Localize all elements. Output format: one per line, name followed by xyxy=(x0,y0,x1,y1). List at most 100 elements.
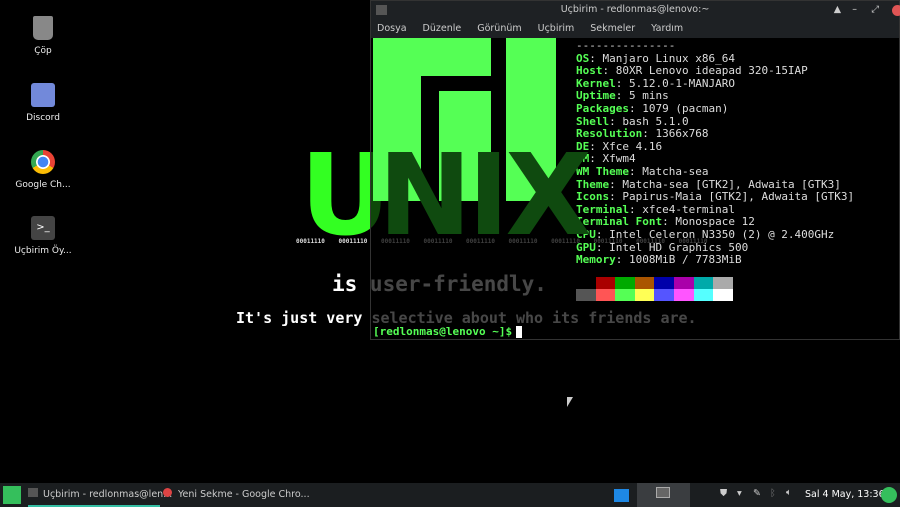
palette-swatch xyxy=(615,277,635,289)
info-key: Terminal Font xyxy=(576,215,663,229)
desktop-icon-trash[interactable]: Çöp xyxy=(8,16,78,56)
info-value: Monospace 12 xyxy=(675,215,755,229)
color-palette xyxy=(576,277,733,301)
menu-bar: Dosya Düzenle Görünüm Uçbirim Sekmeler Y… xyxy=(371,19,899,38)
terminal-app-icon xyxy=(376,5,387,15)
info-line: Memory: 1008MiB / 7783MiB xyxy=(576,253,742,267)
manjaro-logo-right xyxy=(506,38,556,201)
task-chrome[interactable]: Yeni Sekme - Google Chro... xyxy=(163,483,310,507)
menu-yardim[interactable]: Yardım xyxy=(651,19,683,38)
prompt-text: [redlonmas@lenovo ~]$ xyxy=(373,325,513,338)
info-value: Intel HD Graphics 500 xyxy=(609,240,749,254)
info-value: 80XR Lenovo ideapad 320-15IAP xyxy=(615,64,808,78)
info-key: WM xyxy=(576,152,590,166)
palette-swatch xyxy=(576,277,596,289)
manjaro-menu-icon[interactable] xyxy=(3,486,21,504)
menu-gorunum[interactable]: Görünüm xyxy=(477,19,521,38)
info-key: Shell xyxy=(576,114,610,128)
title-bar[interactable]: Uçbirim - redlonmas@lenovo:~ ▲ – ⤢ xyxy=(371,1,900,19)
manjaro-logo-mid xyxy=(439,91,491,201)
neofetch-info: --------------- OS: Manjaro Linux x86_64 H… xyxy=(576,39,855,267)
info-key: Uptime xyxy=(576,89,616,103)
workspace-1[interactable] xyxy=(614,489,629,502)
info-value: 5 mins xyxy=(629,89,669,103)
palette-swatch xyxy=(595,277,616,289)
maximize-icon[interactable]: ⤢ xyxy=(871,1,879,19)
palette-swatch xyxy=(576,289,596,301)
info-key: OS xyxy=(576,51,590,65)
desktop-icon-chrome[interactable]: Google Ch... xyxy=(8,150,78,190)
info-value: Manjaro Linux x86_64 xyxy=(602,51,735,65)
manjaro-logo-left xyxy=(373,38,421,201)
task-terminal[interactable]: Uçbirim - redlonmas@len... xyxy=(28,483,172,507)
info-key: CPU xyxy=(576,227,596,241)
info-key: DE xyxy=(576,139,590,153)
info-value: 1008MiB / 7783MiB xyxy=(629,253,742,267)
menu-dosya[interactable]: Dosya xyxy=(377,19,407,38)
chrome-icon xyxy=(31,150,55,174)
info-value: Papirus-Maia [GTK2], Adwaita [GTK3] xyxy=(622,190,855,204)
info-key: Memory xyxy=(576,253,616,267)
info-key: Host xyxy=(576,64,603,78)
info-value: 1079 (pacman) xyxy=(642,101,729,115)
info-value: Xfce 4.16 xyxy=(602,139,663,153)
trash-icon xyxy=(33,16,53,40)
cursor xyxy=(516,326,523,338)
palette-swatch xyxy=(595,289,616,301)
discord-icon xyxy=(31,83,55,107)
info-key: Terminal xyxy=(576,202,629,216)
info-value: Intel Celeron N3350 (2) @ 2.400GHz xyxy=(609,227,835,241)
palette-swatch xyxy=(654,277,674,289)
info-key: GPU xyxy=(576,240,596,254)
info-value: Xfwm4 xyxy=(602,152,636,166)
info-value: 1366x768 xyxy=(655,127,709,141)
window-title: Uçbirim - redlonmas@lenovo:~ xyxy=(560,4,710,15)
menu-ucbirim[interactable]: Uçbirim xyxy=(538,19,575,38)
terminal-icon xyxy=(656,487,670,498)
chrome-icon xyxy=(163,488,172,497)
info-value: 5.12.0-1-MANJARO xyxy=(629,76,735,90)
info-key: Theme xyxy=(576,177,610,191)
palette-swatch xyxy=(634,277,655,289)
palette-swatch xyxy=(693,289,714,301)
desktop-icon-discord[interactable]: Discord xyxy=(8,83,78,123)
palette-swatch xyxy=(634,289,655,301)
close-icon[interactable] xyxy=(892,5,900,16)
info-key: Icons xyxy=(576,190,610,204)
icon-label: Uçbirim Öy... xyxy=(14,246,72,256)
palette-swatch xyxy=(615,289,635,301)
attachment-icon[interactable]: ✎ xyxy=(753,488,761,499)
palette-swatch xyxy=(713,289,733,301)
desktop-icon-terminal[interactable]: >_ Uçbirim Öy... xyxy=(8,216,78,256)
palette-swatch xyxy=(654,289,674,301)
taskbar: Uçbirim - redlonmas@len... Yeni Sekme - … xyxy=(0,483,900,507)
info-key: Resolution xyxy=(576,127,643,141)
bluetooth-icon[interactable]: ᛒ xyxy=(770,488,776,499)
wifi-icon[interactable]: ▾ xyxy=(737,488,742,499)
terminal-icon xyxy=(28,488,38,497)
keep-above-icon[interactable]: ▲ xyxy=(834,1,841,19)
mouse-cursor-icon xyxy=(567,397,573,407)
info-value: bash 5.1.0 xyxy=(622,114,689,128)
volume-icon[interactable]: 🔈︎ xyxy=(786,487,792,498)
info-value: Matcha-sea xyxy=(642,164,709,178)
info-value: Matcha-sea [GTK2], Adwaita [GTK3] xyxy=(622,177,841,191)
task-label: Yeni Sekme - Google Chro... xyxy=(178,489,310,500)
menu-duzenle[interactable]: Düzenle xyxy=(423,19,462,38)
terminal-content[interactable]: --------------- OS: Manjaro Linux x86_64 H… xyxy=(371,38,899,339)
info-key: WM Theme xyxy=(576,164,629,178)
icon-label: Discord xyxy=(26,113,60,123)
shield-icon[interactable]: ⛊ xyxy=(720,488,727,499)
terminal-window[interactable]: Uçbirim - redlonmas@lenovo:~ ▲ – ⤢ Dosya… xyxy=(370,0,900,340)
update-icon[interactable] xyxy=(881,487,897,503)
info-key: Packages xyxy=(576,101,629,115)
palette-swatch xyxy=(713,277,733,289)
minimize-icon[interactable]: – xyxy=(852,1,857,19)
palette-swatch xyxy=(693,277,714,289)
task-label: Uçbirim - redlonmas@len... xyxy=(43,489,173,500)
icon-label: Çöp xyxy=(34,46,52,56)
clock[interactable]: Sal 4 May, 13:36 xyxy=(805,489,885,500)
palette-swatch xyxy=(673,289,694,301)
menu-sekmeler[interactable]: Sekmeler xyxy=(590,19,635,38)
info-key: Kernel xyxy=(576,76,616,90)
